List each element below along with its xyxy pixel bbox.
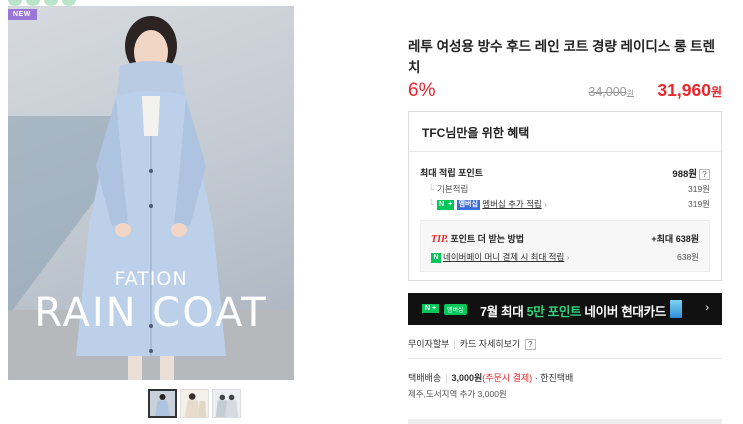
- hero-title: RAIN COAT: [34, 290, 268, 336]
- product-title: 레투 여성용 방수 후드 레인 코트 경량 레이디스 롱 트렌치: [408, 39, 715, 75]
- installment-row: 무이자할부 | 카드 자세히보기 ?: [408, 337, 536, 351]
- membership-badge: 멤버십: [456, 199, 480, 210]
- tip-max-points: +최대 638원: [651, 234, 699, 244]
- credit-card-icon: [670, 300, 682, 318]
- membership-points-link[interactable]: 멤버십 추가 적립: [482, 199, 541, 209]
- original-price: 34,000원: [588, 85, 634, 99]
- banner-text-suffix: 네이버 현대카드: [581, 305, 666, 319]
- shipping-carrier: · 한진택배: [534, 373, 574, 383]
- membership-points-value: 319원: [687, 199, 710, 209]
- help-icon[interactable]: ?: [699, 169, 710, 181]
- original-price-value: 34,000: [588, 85, 627, 99]
- banner-text: 7월 최대 5만 포인트 네이버 현대카드: [480, 301, 666, 320]
- divider: [408, 358, 722, 359]
- tip-title: TIP. 포인트 더 받는 방법: [431, 232, 524, 245]
- tree-branch-icon: └: [428, 184, 435, 194]
- chevron-right-icon: ›: [705, 302, 709, 314]
- benefit-box: TFC님만을 위한 혜택 최대 적립 포인트 988원? └ 기본적립 319원 …: [408, 111, 722, 281]
- separator: |: [445, 373, 448, 383]
- installment-label: 무이자할부: [408, 339, 450, 349]
- thumbnail-3[interactable]: [212, 389, 241, 418]
- naver-n-icon: N: [437, 199, 447, 210]
- naverpay-icon: N: [431, 252, 441, 263]
- naverpay-points-row: N 네이버페이 머니 결제 시 최대 적립 › 638원: [431, 251, 699, 263]
- naverpay-points-value: 638원: [676, 252, 699, 262]
- price-row: 6% 34,000원 31,960원: [408, 79, 722, 103]
- naverpay-points-link[interactable]: 네이버페이 머니 결제 시 최대 적립: [443, 252, 564, 262]
- banner-text-prefix: 7월 최대: [480, 305, 527, 319]
- shipping-fee: 3,000원: [451, 373, 483, 383]
- help-icon[interactable]: ?: [524, 339, 536, 351]
- raincoat-gray-thumb-icon: [213, 390, 240, 417]
- naver-plus-badge: N +: [422, 304, 440, 313]
- membership-points-label: 멤버십 추가 적립: [482, 199, 542, 209]
- shipping-row: 택배배송 | 3,000원(주문시 결제) · 한진택배: [408, 371, 573, 384]
- raincoat-front-thumb-icon: [150, 391, 175, 416]
- max-points-row: 최대 적립 포인트 988원?: [420, 166, 710, 181]
- card-info-label: 카드 자세히보기: [459, 339, 521, 349]
- tree-branch-icon: └: [428, 199, 435, 209]
- shipping-extra: 제주,도서지역 추가 3,000원: [408, 389, 507, 399]
- card-info-link[interactable]: 카드 자세히보기: [460, 339, 520, 349]
- tip-title-text: 포인트 더 받는 방법: [450, 234, 525, 244]
- max-points-value: 988원: [672, 169, 697, 180]
- chevron-right-icon: ›: [544, 199, 547, 209]
- membership-badge: 멤버십: [444, 304, 467, 315]
- max-points-value-wrap: 988원?: [672, 166, 710, 181]
- thumbnail-list: [148, 389, 241, 418]
- thumbnail-2[interactable]: [180, 389, 209, 418]
- base-points-label: 기본적립: [437, 184, 469, 194]
- naver-card-banner[interactable]: N + 멤버십 7월 최대 5만 포인트 네이버 현대카드 ›: [408, 293, 722, 325]
- naverpay-points-label: 네이버페이 머니 결제 시 최대 적립: [443, 252, 565, 262]
- sale-price: 31,960원: [657, 80, 722, 101]
- chevron-right-icon: ›: [566, 252, 570, 262]
- product-main-image[interactable]: NEW FATION RAIN COAT: [8, 6, 294, 380]
- raincoat-beige-thumb-icon: [181, 390, 208, 417]
- membership-points-row: └ N + 멤버십 멤버십 추가 적립 › 319원: [420, 198, 710, 210]
- thumbnail-1[interactable]: [148, 389, 177, 418]
- sale-price-unit: 원: [710, 85, 722, 99]
- new-badge: NEW: [8, 9, 37, 20]
- benefit-heading: TFC님만을 위한 혜택: [409, 112, 721, 152]
- base-points-row: └ 기본적립 319원: [420, 183, 710, 195]
- naver-plus-icon: +: [446, 199, 455, 210]
- shipping-condition: (주문시 결제): [482, 373, 533, 383]
- hero-subtitle: FATION: [114, 268, 188, 290]
- shipping-type: 택배배송: [408, 373, 442, 383]
- separator: |: [453, 339, 456, 349]
- original-price-unit: 원: [626, 89, 634, 98]
- tip-box: TIP. 포인트 더 받는 방법 +최대 638원 N 네이버페이 머니 결제 시 …: [420, 220, 710, 272]
- sale-price-value: 31,960: [657, 80, 711, 100]
- next-section-edge: [408, 419, 722, 424]
- discount-rate: 6%: [408, 80, 436, 101]
- tip-prefix: TIP.: [431, 234, 449, 245]
- banner-text-highlight: 5만 포인트: [526, 305, 582, 319]
- base-points-value: 319원: [687, 184, 710, 194]
- max-points-label: 최대 적립 포인트: [420, 168, 483, 178]
